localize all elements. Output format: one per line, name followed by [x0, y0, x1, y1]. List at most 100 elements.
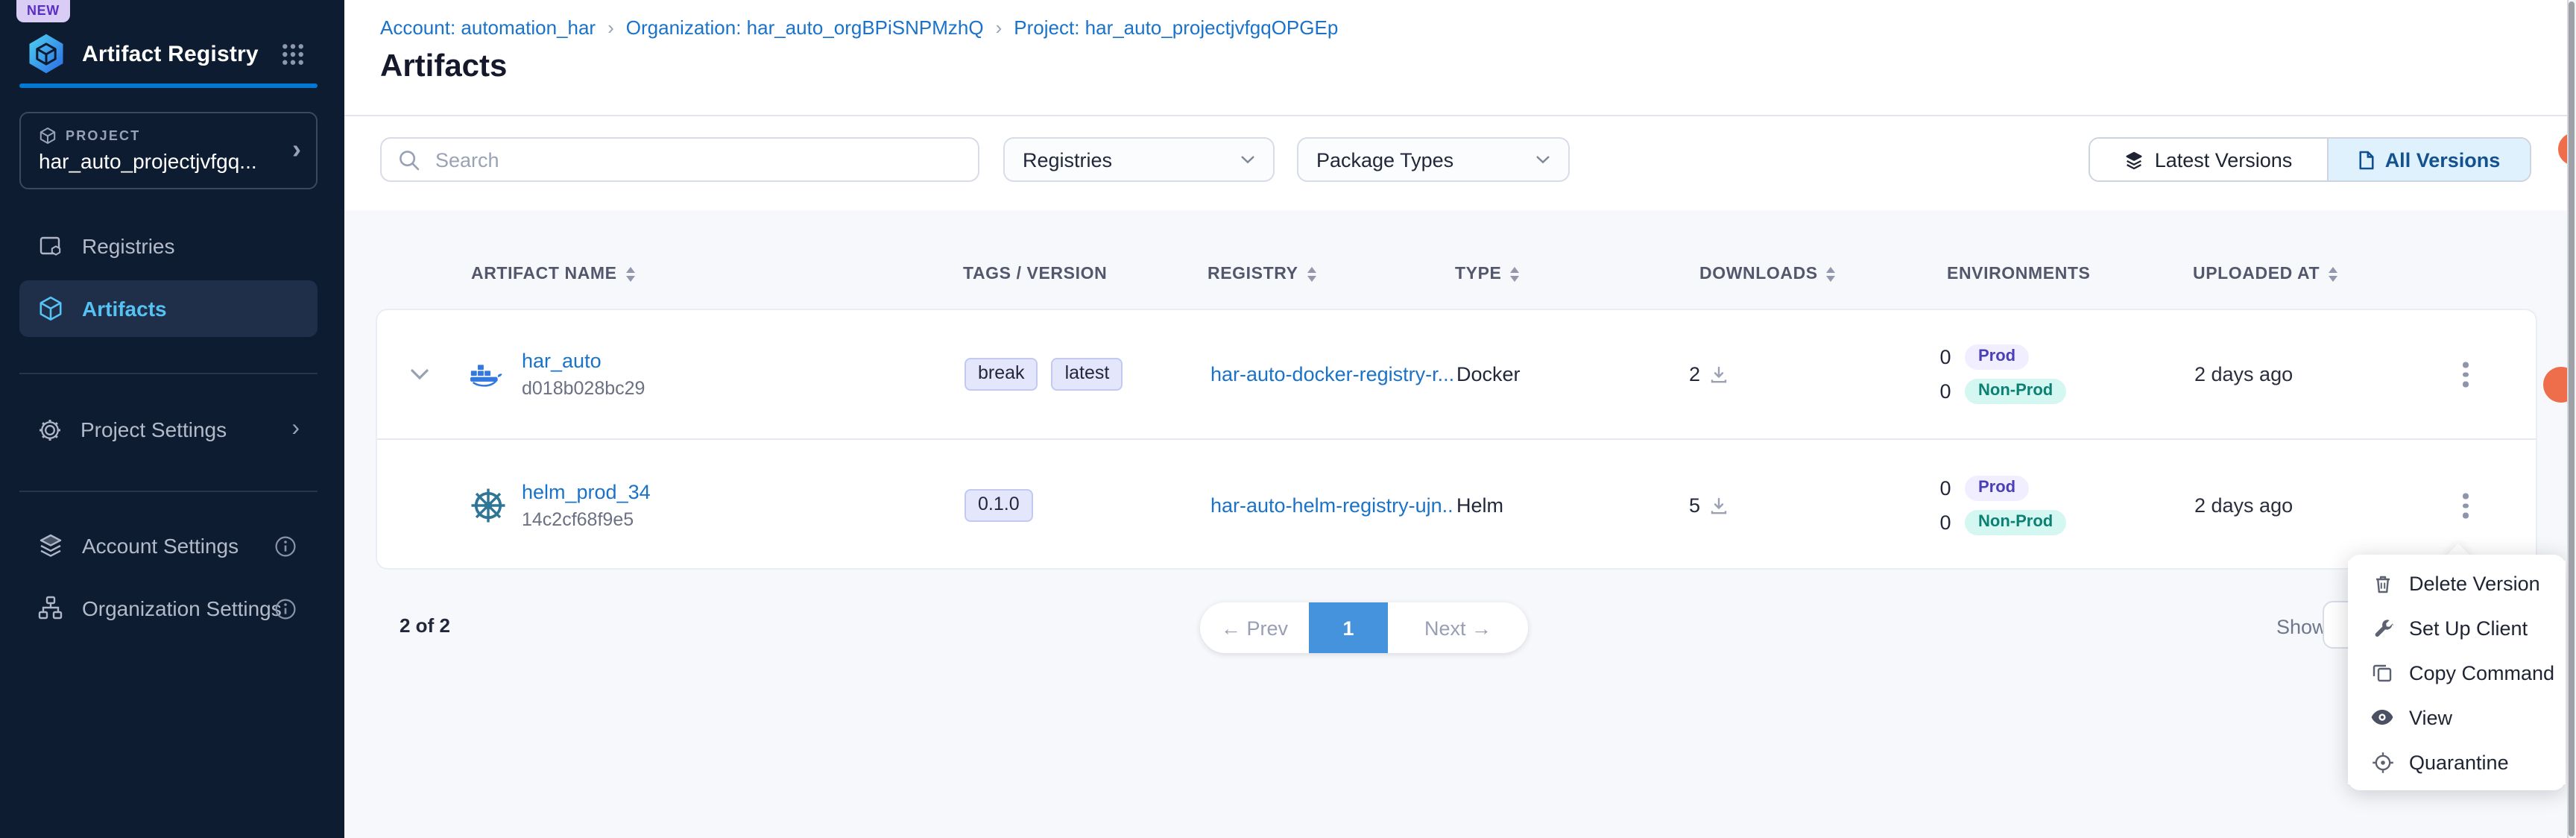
package-types-filter-label: Package Types [1316, 148, 1453, 171]
column-header-downloads[interactable]: DOWNLOADS [1699, 252, 1836, 297]
type-cell: Docker [1456, 363, 1521, 385]
sidebar-item-label: Registries [82, 234, 175, 258]
prod-count: 0 [1939, 346, 1951, 368]
menu-item-label: Copy Command [2409, 661, 2554, 684]
column-header-type[interactable]: TYPE [1455, 252, 1520, 297]
layers-gear-icon [37, 532, 64, 559]
sidebar-item-organization-settings[interactable]: Organization Settings [19, 583, 318, 634]
registry-link[interactable]: har-auto-docker-registry-r... [1210, 363, 1453, 385]
column-header-uploaded-at[interactable]: UPLOADED AT [2193, 252, 2337, 297]
artifacts-cube-icon [37, 295, 64, 322]
menu-item-delete-version[interactable]: Delete Version [2348, 561, 2566, 605]
all-versions-button[interactable]: All Versions [2329, 139, 2530, 180]
helm-icon [470, 487, 507, 524]
tag-chip: break [965, 358, 1038, 391]
registries-filter-dropdown[interactable]: Registries [1003, 137, 1275, 182]
chevron-down-icon [1535, 155, 1550, 164]
sort-icon [1511, 267, 1520, 282]
sidebar-item-registries[interactable]: Registries [19, 221, 318, 271]
column-header-label: REGISTRY [1208, 265, 1298, 283]
project-selector[interactable]: PROJECT har_auto_projectjvfgq... › [19, 112, 318, 189]
column-header-environments: ENVIRONMENTS [1947, 252, 2091, 297]
downloads-cell: 2 [1689, 363, 1727, 385]
prev-page-button[interactable]: ← Prev [1200, 602, 1309, 653]
new-badge: NEW [16, 0, 70, 22]
artifacts-table: har_auto d018b028bc29 break latest har-a… [376, 309, 2537, 570]
menu-item-label: Delete Version [2409, 572, 2540, 594]
breadcrumb-project[interactable]: Project: har_auto_projectjvfgqOPGEp [1014, 16, 1338, 39]
all-versions-label: All Versions [2385, 148, 2501, 171]
menu-item-set-up-client[interactable]: Set Up Client [2348, 605, 2566, 650]
nonprod-badge: Non-Prod [1965, 379, 2066, 404]
package-types-filter-dropdown[interactable]: Package Types [1297, 137, 1570, 182]
eye-icon [2370, 708, 2394, 726]
layers-icon [2125, 150, 2144, 169]
artifact-registry-logo-icon [24, 31, 69, 76]
menu-item-label: Set Up Client [2409, 617, 2528, 639]
row-actions-kebab-icon[interactable] [2455, 489, 2476, 523]
column-header-label: TAGS / VERSION [963, 265, 1107, 283]
downloads-count: 5 [1689, 494, 1700, 517]
scrollbar-thumb[interactable] [2569, 1, 2575, 837]
artifact-digest: 14c2cf68f9e5 [522, 509, 651, 530]
environments-cell: 0 Prod 0 Non-Prod [1939, 476, 2066, 535]
sidebar: NEW Artifact Registry [0, 0, 344, 838]
chevron-right-icon: › [291, 416, 300, 443]
download-icon [1709, 497, 1727, 514]
gear-icon [37, 417, 63, 442]
menu-item-copy-command[interactable]: Copy Command [2348, 650, 2566, 695]
sidebar-item-account-settings[interactable]: Account Settings [19, 520, 318, 571]
trash-icon [2370, 572, 2394, 594]
search-input[interactable] [432, 147, 945, 172]
breadcrumb-organization[interactable]: Organization: har_auto_orgBPiSNPMzhQ [626, 16, 984, 39]
menu-item-label: Quarantine [2409, 751, 2509, 773]
breadcrumb: Account: automation_har › Organization: … [380, 16, 1338, 39]
prod-count: 0 [1939, 477, 1951, 500]
sort-icon [626, 267, 635, 282]
menu-item-view[interactable]: View [2348, 695, 2566, 740]
table-row: har_auto d018b028bc29 break latest har-a… [377, 310, 2536, 438]
artifact-name-cell: helm_prod_34 14c2cf68f9e5 [522, 481, 651, 530]
info-icon[interactable] [274, 597, 297, 620]
nonprod-count: 0 [1939, 380, 1951, 403]
registry-link[interactable]: har-auto-helm-registry-ujn... [1210, 494, 1453, 517]
artifact-name-link[interactable]: har_auto [522, 350, 645, 372]
sort-icon [1827, 267, 1836, 282]
chevron-down-icon [1240, 155, 1255, 164]
sidebar-accent-line [19, 84, 318, 88]
sidebar-item-artifacts[interactable]: Artifacts [19, 280, 318, 337]
artifact-name-cell: har_auto d018b028bc29 [522, 350, 645, 399]
table-row: helm_prod_34 14c2cf68f9e5 0.1.0 har-auto… [377, 438, 2536, 571]
sort-icon [1307, 267, 1316, 282]
registries-filter-label: Registries [1023, 148, 1112, 171]
artifact-digest: d018b028bc29 [522, 378, 645, 399]
divider [344, 115, 2567, 116]
sidebar-divider [19, 491, 318, 492]
artifact-name-link[interactable]: helm_prod_34 [522, 481, 651, 503]
next-page-button[interactable]: Next → [1388, 602, 1528, 653]
sidebar-item-project-settings[interactable]: Project Settings › [19, 404, 318, 455]
page-1-button[interactable]: 1 [1309, 602, 1388, 653]
latest-versions-button[interactable]: Latest Versions [2090, 139, 2329, 180]
module-grid-icon[interactable] [282, 43, 304, 73]
nonprod-count: 0 [1939, 511, 1951, 534]
row-actions-kebab-icon[interactable] [2455, 358, 2476, 391]
docker-icon [470, 361, 502, 388]
menu-item-label: View [2409, 706, 2452, 728]
pager: ← Prev 1 Next → [1200, 602, 1528, 653]
info-icon[interactable] [274, 535, 297, 557]
tag-chip: latest [1052, 358, 1123, 391]
app-title: Artifact Registry [82, 41, 259, 66]
column-header-label: DOWNLOADS [1699, 265, 1818, 283]
tags-cell: 0.1.0 [965, 489, 1033, 522]
crosshair-icon [2370, 751, 2394, 773]
downloads-cell: 5 [1689, 494, 1727, 517]
column-header-artifact-name[interactable]: ARTIFACT NAME [471, 252, 635, 297]
wrench-icon [2370, 617, 2394, 639]
tags-cell: break latest [965, 358, 1123, 391]
breadcrumb-account[interactable]: Account: automation_har [380, 16, 596, 39]
column-header-label: ENVIRONMENTS [1947, 265, 2091, 283]
expand-chevron-icon[interactable] [410, 368, 429, 380]
menu-item-quarantine[interactable]: Quarantine [2348, 740, 2566, 784]
column-header-registry[interactable]: REGISTRY [1208, 252, 1316, 297]
